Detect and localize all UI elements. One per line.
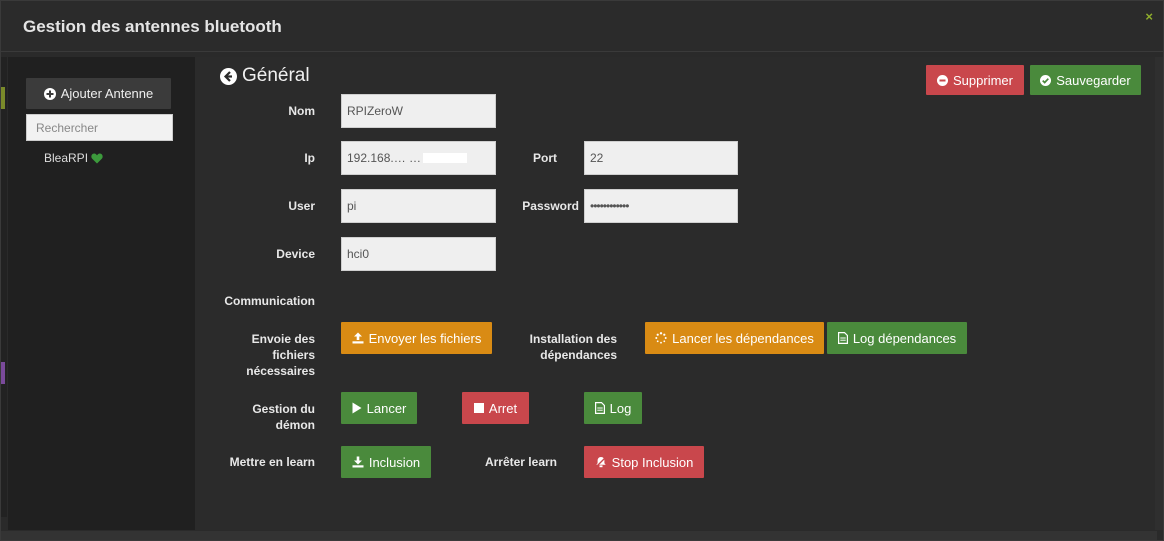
log-daemon-button[interactable]: Log [584, 392, 642, 424]
envoie-label: Envoie des fichiers nécessaires [246, 332, 315, 378]
stop-learn-label: Arrêter learn [484, 455, 557, 469]
communication-heading: Communication [224, 294, 315, 308]
heart-icon [91, 153, 103, 164]
spinner-icon [655, 332, 667, 344]
launch-dependencies-label: Lancer les dépendances [672, 330, 814, 346]
upload-icon [352, 332, 364, 344]
stop-daemon-button[interactable]: Arret [462, 392, 529, 424]
play-icon [352, 402, 362, 414]
delete-button-label: Supprimer [953, 72, 1013, 88]
download-icon [352, 456, 364, 468]
delete-button[interactable]: Supprimer [926, 65, 1024, 95]
redaction-box [423, 153, 468, 163]
stop-daemon-label: Arret [488, 400, 518, 416]
port-field[interactable]: 22 [584, 141, 738, 175]
bell-slash-icon [595, 456, 607, 468]
add-antenna-label: Ajouter Antenne [60, 86, 154, 101]
ip-field[interactable]: 192.168.… … [341, 141, 496, 175]
horizontal-scrollbar[interactable] [1, 531, 1157, 540]
background-strip [1, 57, 7, 517]
leaf-decoration [1, 362, 5, 384]
modal-dialog: Gestion des antennes bluetooth × Ajouter… [0, 0, 1164, 541]
device-label: Device [276, 247, 315, 261]
vertical-scrollbar[interactable] [1155, 57, 1163, 530]
file-icon [594, 402, 605, 414]
device-field[interactable]: hci0 [341, 237, 496, 271]
leaf-decoration [1, 87, 5, 109]
port-label: Port [533, 151, 557, 165]
section-title-text: Général [242, 65, 310, 86]
modal-title: Gestion des antennes bluetooth [23, 17, 282, 36]
stop-inclusion-button[interactable]: Stop Inclusion [584, 446, 704, 478]
save-button-label: Sauvegarder [1056, 72, 1131, 88]
sidebar-item-blearpi[interactable]: BleaRPI [44, 151, 103, 165]
inclusion-button[interactable]: Inclusion [341, 446, 431, 478]
launch-dependencies-button[interactable]: Lancer les dépendances [645, 322, 824, 354]
ip-value: 192.168.… … [347, 151, 422, 165]
stop-inclusion-label: Stop Inclusion [611, 454, 694, 470]
log-daemon-label: Log [609, 400, 632, 416]
antenna-sidebar: Ajouter Antenne BleaRPI [8, 57, 195, 530]
main-panel: Général Supprimer Sauvegarder Nom RPIZer… [195, 57, 1155, 530]
check-circle-icon [1040, 74, 1052, 86]
nom-label: Nom [288, 104, 315, 118]
send-files-label: Envoyer les fichiers [368, 330, 482, 346]
minus-circle-icon [937, 74, 949, 86]
save-button[interactable]: Sauvegarder [1030, 65, 1141, 95]
learn-label: Mettre en learn [229, 455, 315, 469]
send-files-button[interactable]: Envoyer les fichiers [341, 322, 492, 354]
sidebar-item-label: BleaRPI [44, 151, 89, 165]
close-icon[interactable]: × [1145, 9, 1153, 24]
search-input[interactable] [26, 114, 173, 141]
add-antenna-button[interactable]: Ajouter Antenne [26, 78, 171, 109]
installation-label: Installation des dépendances [529, 332, 617, 362]
demon-label: Gestion du démon [252, 402, 315, 432]
stop-icon [473, 403, 484, 413]
plus-circle-icon [43, 87, 56, 100]
ip-label: Ip [304, 151, 315, 165]
log-dependencies-label: Log dépendances [852, 330, 957, 346]
modal-header: Gestion des antennes bluetooth × [1, 1, 1163, 52]
start-daemon-label: Lancer [366, 400, 407, 416]
password-field[interactable]: •••••••••••• [584, 189, 738, 223]
start-daemon-button[interactable]: Lancer [341, 392, 417, 424]
nom-field[interactable]: RPIZeroW [341, 94, 496, 128]
inclusion-label: Inclusion [368, 454, 421, 470]
section-title: Général [220, 65, 310, 87]
file-icon [837, 332, 848, 344]
user-field[interactable]: pi [341, 189, 496, 223]
password-label: Password [522, 199, 579, 213]
back-arrow-icon[interactable] [220, 67, 237, 85]
log-dependencies-button[interactable]: Log dépendances [827, 322, 967, 354]
user-label: User [288, 199, 315, 213]
